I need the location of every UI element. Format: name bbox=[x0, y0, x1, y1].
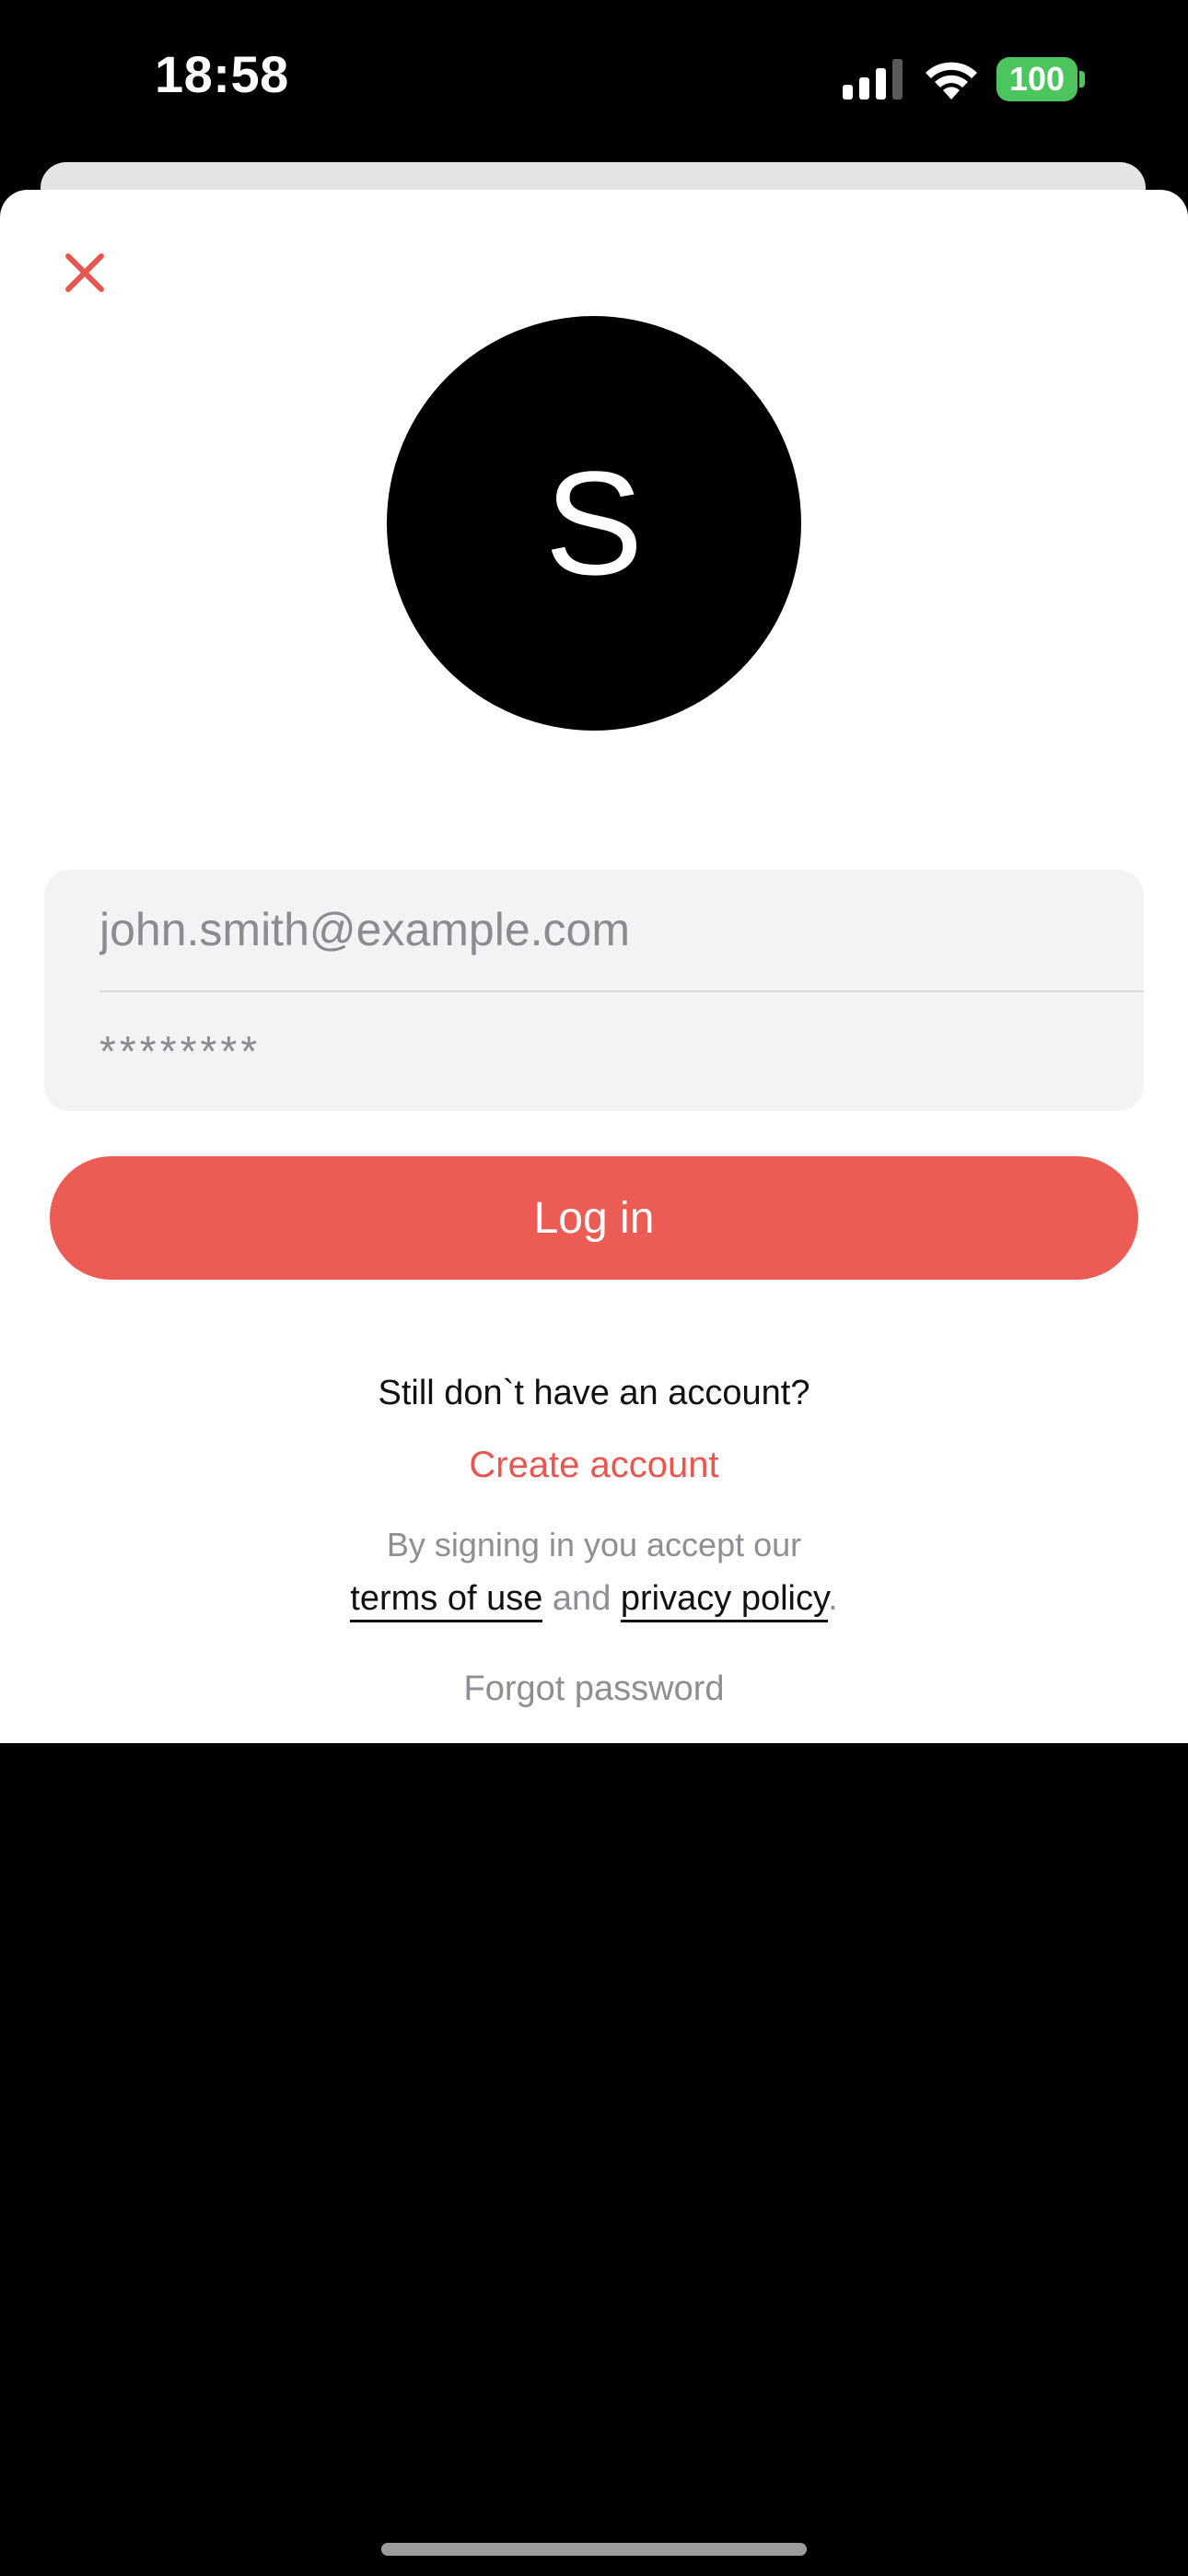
email-field[interactable] bbox=[99, 870, 1144, 989]
close-button[interactable] bbox=[52, 240, 118, 306]
screen: 18:58 100 S john.smith@example.com Log i… bbox=[0, 0, 1188, 2576]
period-text: . bbox=[828, 1579, 838, 1618]
forgot-password-link[interactable]: Forgot password bbox=[0, 1669, 1188, 1709]
signal-icon bbox=[843, 59, 903, 100]
privacy-policy-link[interactable]: privacy policy bbox=[620, 1579, 829, 1622]
terms-of-use-link[interactable]: terms of use bbox=[350, 1579, 543, 1622]
home-indicator[interactable] bbox=[381, 2543, 807, 2556]
status-bar: 18:58 100 bbox=[0, 0, 1188, 157]
avatar-letter: S bbox=[544, 440, 644, 605]
terms-line: terms of use and privacy policy. bbox=[0, 1579, 1188, 1622]
battery-nub bbox=[1079, 71, 1085, 88]
battery-icon: 100 bbox=[996, 57, 1077, 101]
close-icon bbox=[65, 253, 104, 292]
avatar: S bbox=[387, 316, 801, 731]
create-account-link[interactable]: Create account bbox=[0, 1445, 1188, 1486]
login-sheet: S Log in Still don`t have an account? Cr… bbox=[0, 190, 1188, 1743]
wifi-icon bbox=[926, 62, 977, 100]
status-time: 18:58 bbox=[155, 45, 289, 103]
password-field[interactable] bbox=[99, 991, 1144, 1111]
login-form bbox=[44, 870, 1144, 1111]
no-account-text: Still don`t have an account? bbox=[378, 1374, 810, 1412]
accept-text: By signing in you accept our bbox=[386, 1526, 802, 1563]
login-button[interactable]: Log in bbox=[50, 1156, 1138, 1280]
and-text: and bbox=[552, 1579, 611, 1618]
